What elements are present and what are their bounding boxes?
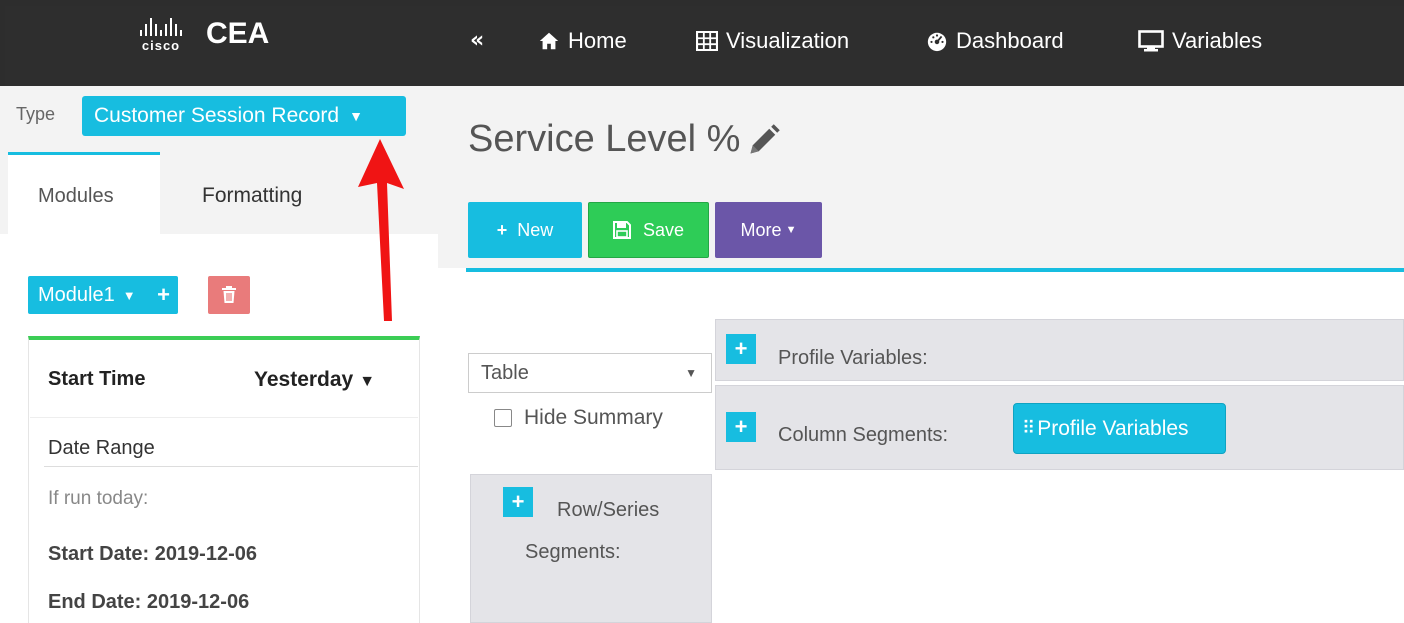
nav-visualization-label: Visualization: [726, 28, 850, 53]
nav-dashboard[interactable]: Dashboard: [926, 28, 1064, 54]
add-row-segment-button[interactable]: +: [503, 487, 533, 517]
plus-icon: +: [496, 219, 508, 240]
caret-down-icon: ▼: [685, 366, 697, 380]
start-time-dropdown[interactable]: Yesterday ▼: [254, 368, 375, 392]
tab-formatting[interactable]: Formatting: [202, 184, 302, 208]
divider: [44, 466, 418, 467]
app-name: CEA: [206, 17, 270, 50]
save-button[interactable]: Save: [588, 202, 709, 258]
page-title: Service Level %: [468, 118, 782, 161]
nav-home[interactable]: Home: [538, 28, 627, 54]
tab-modules-label: Modules: [38, 185, 114, 207]
save-button-label: Save: [642, 219, 685, 240]
module-label: Module1: [38, 283, 115, 306]
hide-summary-label: Hide Summary: [524, 406, 663, 429]
more-button-label: More: [740, 219, 782, 240]
profile-variables-dropzone[interactable]: + Profile Variables:: [715, 319, 1404, 381]
add-profile-variable-button[interactable]: +: [726, 334, 756, 364]
nav-home-label: Home: [568, 28, 627, 53]
date-range-label: Date Range: [48, 437, 155, 459]
column-segment-chip[interactable]: ⠿ Profile Variables: [1013, 403, 1226, 454]
page-title-text: Service Level %: [468, 118, 741, 160]
pencil-icon[interactable]: [746, 122, 782, 158]
tab-modules[interactable]: Modules: [8, 152, 160, 234]
nav-variables-label: Variables: [1172, 28, 1263, 53]
nav-visualization[interactable]: Visualization: [696, 28, 849, 54]
end-date-text: End Date: 2019-12-06: [48, 591, 250, 613]
collapse-sidebar-button[interactable]: «: [470, 28, 484, 53]
column-segments-label: Column Segments:: [778, 424, 949, 446]
hide-summary-toggle[interactable]: Hide Summary: [494, 406, 663, 430]
start-date-text: Start Date: 2019-12-06: [48, 543, 257, 565]
type-select-value: Customer Session Record: [94, 104, 340, 127]
row-segments-label-line2: Segments:: [525, 541, 621, 563]
profile-variables-label: Profile Variables:: [778, 347, 928, 369]
new-button-label: New: [517, 219, 554, 240]
delete-module-button[interactable]: [208, 276, 250, 314]
cisco-logo: cisco: [130, 14, 192, 54]
brand[interactable]: cisco CEA: [130, 14, 269, 54]
drag-handle-icon[interactable]: ⠿: [1022, 418, 1035, 439]
caret-down-icon: ▼: [122, 287, 136, 303]
module-selector[interactable]: Module1 ▼ +: [28, 276, 178, 314]
table-icon: [696, 31, 718, 51]
main-header-strip: [438, 86, 1404, 268]
nav-dashboard-label: Dashboard: [956, 28, 1064, 53]
if-run-today-text: If run today:: [48, 488, 149, 509]
monitor-icon: [1138, 30, 1164, 52]
visualization-type-value: Table: [481, 361, 529, 384]
row-series-segments-dropzone[interactable]: + Row/Series Segments:: [470, 474, 712, 623]
nav-variables[interactable]: Variables: [1138, 28, 1262, 54]
row-segments-label-line1: Row/Series: [557, 499, 660, 521]
cisco-bars-icon: [140, 18, 182, 36]
annotation-arrow-icon: [358, 139, 404, 321]
column-segment-chip-label: Profile Variables: [1037, 416, 1189, 440]
start-time-label: Start Time: [48, 368, 146, 390]
caret-down-icon: ▼: [349, 108, 363, 124]
start-time-value: Yesterday: [254, 368, 354, 391]
divider: [30, 417, 418, 418]
trash-icon: [222, 286, 236, 303]
caret-down-icon: ▼: [785, 224, 797, 236]
hide-summary-checkbox[interactable]: [494, 409, 512, 427]
type-select[interactable]: Customer Session Record ▼: [82, 96, 406, 136]
type-label: Type: [16, 104, 56, 124]
caret-down-icon: ▼: [359, 373, 376, 390]
add-module-button[interactable]: +: [150, 282, 178, 308]
floppy-disk-icon: [612, 221, 631, 239]
add-column-segment-button[interactable]: +: [726, 412, 756, 442]
visualization-type-select[interactable]: Table ▼: [468, 353, 712, 393]
dashboard-icon: [927, 32, 947, 52]
new-button[interactable]: + New: [468, 202, 582, 258]
cisco-wordmark: cisco: [141, 38, 181, 53]
home-icon: [539, 32, 559, 50]
more-dropdown-button[interactable]: More ▼: [715, 202, 822, 258]
